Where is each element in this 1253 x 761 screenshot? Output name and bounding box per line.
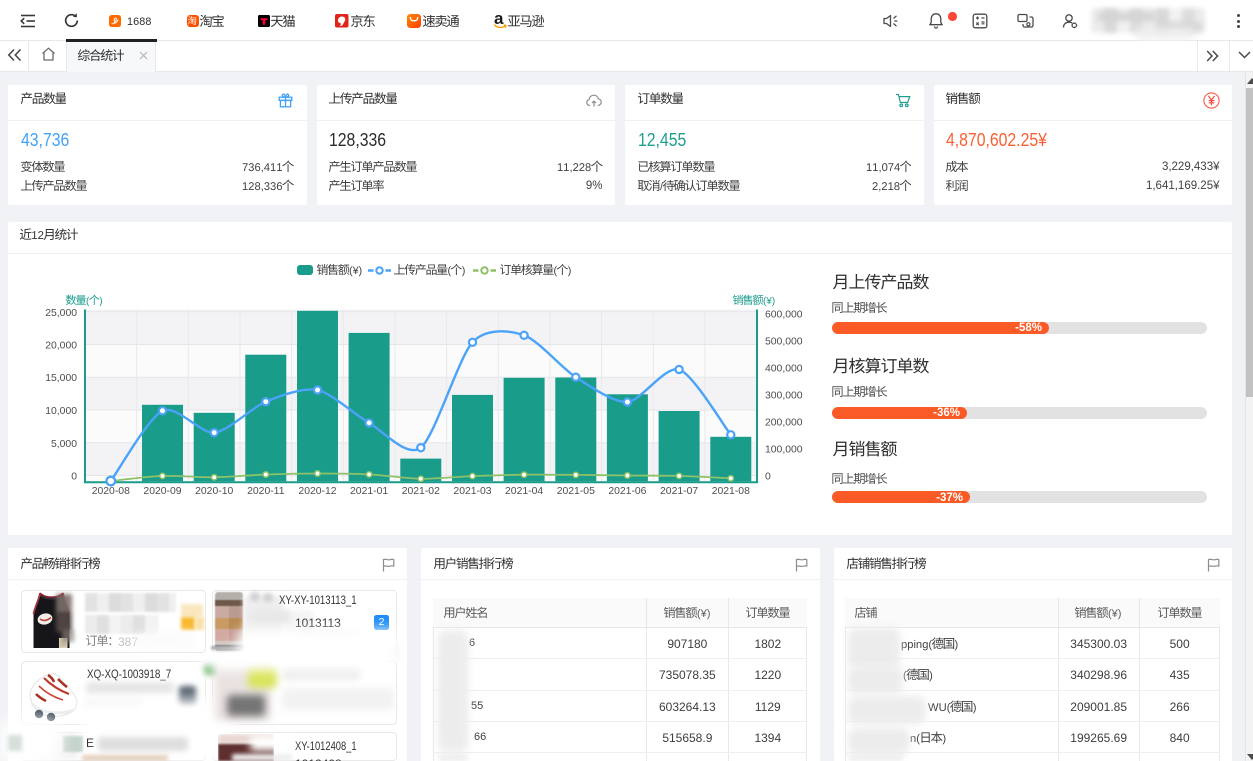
svg-text:2020-11: 2020-11 [247, 486, 285, 497]
svg-text:2021-06: 2021-06 [608, 486, 646, 497]
svg-text:2021-05: 2021-05 [557, 486, 595, 497]
svg-text:400,000: 400,000 [765, 364, 803, 375]
svg-text:2020-09: 2020-09 [143, 486, 181, 497]
svg-text:2021-01: 2021-01 [350, 486, 388, 497]
svg-text:2021-04: 2021-04 [505, 486, 543, 497]
svg-text:5,000: 5,000 [51, 439, 77, 450]
svg-text:10,000: 10,000 [45, 406, 77, 417]
svg-text:0: 0 [71, 472, 77, 483]
svg-text:2021-02: 2021-02 [402, 486, 440, 497]
svg-text:600,000: 600,000 [765, 310, 803, 321]
svg-text:2020-08: 2020-08 [92, 486, 130, 497]
svg-text:0: 0 [765, 472, 771, 483]
svg-text:15,000: 15,000 [45, 373, 77, 384]
svg-text:25,000: 25,000 [45, 308, 77, 319]
svg-text:2021-03: 2021-03 [453, 486, 491, 497]
svg-text:20,000: 20,000 [45, 341, 77, 352]
svg-text:2021-07: 2021-07 [660, 486, 698, 497]
svg-text:500,000: 500,000 [765, 337, 803, 348]
svg-text:100,000: 100,000 [765, 445, 803, 456]
svg-text:2020-12: 2020-12 [298, 486, 336, 497]
svg-text:200,000: 200,000 [765, 418, 803, 429]
svg-text:300,000: 300,000 [765, 391, 803, 402]
svg-text:2020-10: 2020-10 [195, 486, 233, 497]
svg-text:2021-08: 2021-08 [712, 486, 750, 497]
